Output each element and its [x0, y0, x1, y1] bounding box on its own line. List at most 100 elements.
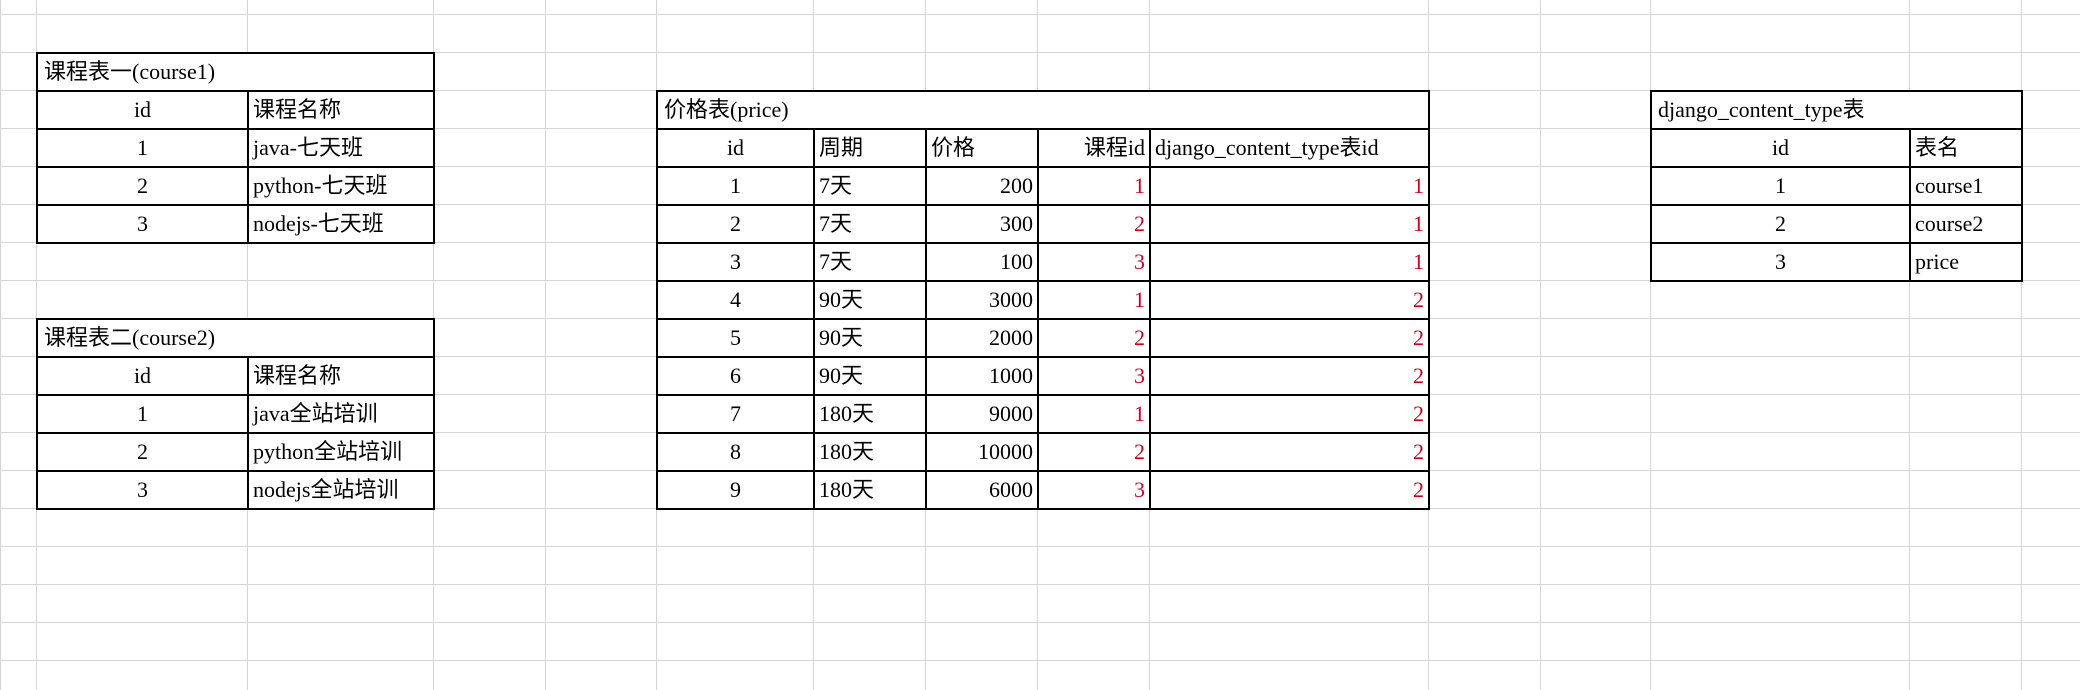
- cell-id[interactable]: 8: [658, 434, 815, 470]
- cell-id[interactable]: 2: [38, 168, 249, 204]
- cell-period[interactable]: 180天: [815, 396, 927, 432]
- cell-course-id[interactable]: 3: [1039, 244, 1151, 280]
- col-header-id[interactable]: id: [658, 130, 815, 166]
- table-row: 2 python-七天班: [38, 168, 435, 206]
- col-header-content-type-id[interactable]: django_content_type表id: [1151, 130, 1430, 166]
- cell-course-id[interactable]: 2: [1039, 434, 1151, 470]
- cell-price[interactable]: 2000: [927, 320, 1039, 356]
- cell-course-id[interactable]: 3: [1039, 358, 1151, 394]
- content-type-header-row: id 表名: [1652, 130, 2023, 168]
- cell-id[interactable]: 2: [1652, 206, 1911, 242]
- cell-price[interactable]: 1000: [927, 358, 1039, 394]
- col-header-id[interactable]: id: [38, 358, 249, 394]
- table-row: 1 course1: [1652, 168, 2023, 206]
- cell-course-name[interactable]: python全站培训: [249, 434, 435, 470]
- col-header-table-name[interactable]: 表名: [1911, 130, 2023, 166]
- course2-table: 课程表二(course2) id 课程名称 1 java全站培训 2 pytho…: [36, 318, 435, 510]
- cell-course-id[interactable]: 1: [1039, 168, 1151, 204]
- cell-course-id[interactable]: 3: [1039, 472, 1151, 508]
- cell-period[interactable]: 180天: [815, 472, 927, 508]
- cell-id[interactable]: 3: [38, 206, 249, 242]
- cell-id[interactable]: 1: [658, 168, 815, 204]
- cell-period[interactable]: 90天: [815, 282, 927, 318]
- table-row: 1 7天 200 1 1: [658, 168, 1430, 206]
- cell-period[interactable]: 7天: [815, 244, 927, 280]
- col-header-price[interactable]: 价格: [927, 130, 1039, 166]
- cell-id[interactable]: 5: [658, 320, 815, 356]
- cell-course-name[interactable]: java-七天班: [249, 130, 435, 166]
- table-row: 1 java-七天班: [38, 130, 435, 168]
- cell-table-name[interactable]: course1: [1911, 168, 2023, 204]
- cell-course-id[interactable]: 1: [1039, 282, 1151, 318]
- cell-price[interactable]: 9000: [927, 396, 1039, 432]
- cell-course-id[interactable]: 2: [1039, 320, 1151, 356]
- cell-id[interactable]: 3: [1652, 244, 1911, 280]
- col-header-course-id[interactable]: 课程id: [1039, 130, 1151, 166]
- table-row: 1 java全站培训: [38, 396, 435, 434]
- cell-content-type-id[interactable]: 1: [1151, 168, 1430, 204]
- col-header-id[interactable]: id: [38, 92, 249, 128]
- grid-column-line: [545, 0, 546, 690]
- cell-id[interactable]: 7: [658, 396, 815, 432]
- cell-period[interactable]: 7天: [815, 206, 927, 242]
- cell-table-name[interactable]: course2: [1911, 206, 2023, 242]
- cell-price[interactable]: 100: [927, 244, 1039, 280]
- price-title[interactable]: 价格表(price): [664, 92, 789, 128]
- course2-title[interactable]: 课程表二(course2): [44, 320, 215, 356]
- cell-content-type-id[interactable]: 1: [1151, 206, 1430, 242]
- cell-content-type-id[interactable]: 1: [1151, 244, 1430, 280]
- content-type-table: django_content_type表 id 表名 1 course1 2 c…: [1650, 90, 2023, 282]
- cell-id[interactable]: 1: [38, 130, 249, 166]
- table-row: 2 python全站培训: [38, 434, 435, 472]
- course2-header-row: id 课程名称: [38, 358, 435, 396]
- cell-id[interactable]: 9: [658, 472, 815, 508]
- grid-row-line: [0, 584, 2080, 585]
- cell-price[interactable]: 200: [927, 168, 1039, 204]
- cell-id[interactable]: 1: [1652, 168, 1911, 204]
- cell-id[interactable]: 2: [38, 434, 249, 470]
- content-type-title[interactable]: django_content_type表: [1658, 92, 1865, 128]
- col-header-period[interactable]: 周期: [815, 130, 927, 166]
- cell-price[interactable]: 3000: [927, 282, 1039, 318]
- cell-id[interactable]: 6: [658, 358, 815, 394]
- cell-price[interactable]: 10000: [927, 434, 1039, 470]
- cell-course-name[interactable]: nodejs全站培训: [249, 472, 435, 508]
- table-row: 2 course2: [1652, 206, 2023, 244]
- cell-content-type-id[interactable]: 2: [1151, 282, 1430, 318]
- cell-course-name[interactable]: python-七天班: [249, 168, 435, 204]
- table-row: 7 180天 9000 1 2: [658, 396, 1430, 434]
- course1-title[interactable]: 课程表一(course1): [44, 54, 215, 90]
- price-title-row: 价格表(price): [658, 92, 1430, 130]
- cell-course-name[interactable]: nodejs-七天班: [249, 206, 435, 242]
- cell-content-type-id[interactable]: 2: [1151, 396, 1430, 432]
- cell-table-name[interactable]: price: [1911, 244, 2023, 280]
- cell-content-type-id[interactable]: 2: [1151, 434, 1430, 470]
- grid-column-line: [0, 0, 1, 690]
- cell-content-type-id[interactable]: 2: [1151, 472, 1430, 508]
- col-header-course-name[interactable]: 课程名称: [249, 92, 435, 128]
- col-header-course-name[interactable]: 课程名称: [249, 358, 435, 394]
- cell-id[interactable]: 1: [38, 396, 249, 432]
- table-row: 3 price: [1652, 244, 2023, 282]
- cell-period[interactable]: 7天: [815, 168, 927, 204]
- cell-period[interactable]: 90天: [815, 320, 927, 356]
- cell-course-id[interactable]: 1: [1039, 396, 1151, 432]
- cell-price[interactable]: 300: [927, 206, 1039, 242]
- cell-period[interactable]: 180天: [815, 434, 927, 470]
- cell-content-type-id[interactable]: 2: [1151, 358, 1430, 394]
- table-row: 9 180天 6000 3 2: [658, 472, 1430, 510]
- cell-price[interactable]: 6000: [927, 472, 1039, 508]
- cell-course-id[interactable]: 2: [1039, 206, 1151, 242]
- cell-content-type-id[interactable]: 2: [1151, 320, 1430, 356]
- cell-id[interactable]: 3: [38, 472, 249, 508]
- price-header-row: id 周期 价格 课程id django_content_type表id: [658, 130, 1430, 168]
- cell-id[interactable]: 3: [658, 244, 815, 280]
- grid-row-line: [0, 546, 2080, 547]
- cell-course-name[interactable]: java全站培训: [249, 396, 435, 432]
- cell-id[interactable]: 2: [658, 206, 815, 242]
- col-header-id[interactable]: id: [1652, 130, 1911, 166]
- table-row: 6 90天 1000 3 2: [658, 358, 1430, 396]
- cell-period[interactable]: 90天: [815, 358, 927, 394]
- cell-id[interactable]: 4: [658, 282, 815, 318]
- table-row: 8 180天 10000 2 2: [658, 434, 1430, 472]
